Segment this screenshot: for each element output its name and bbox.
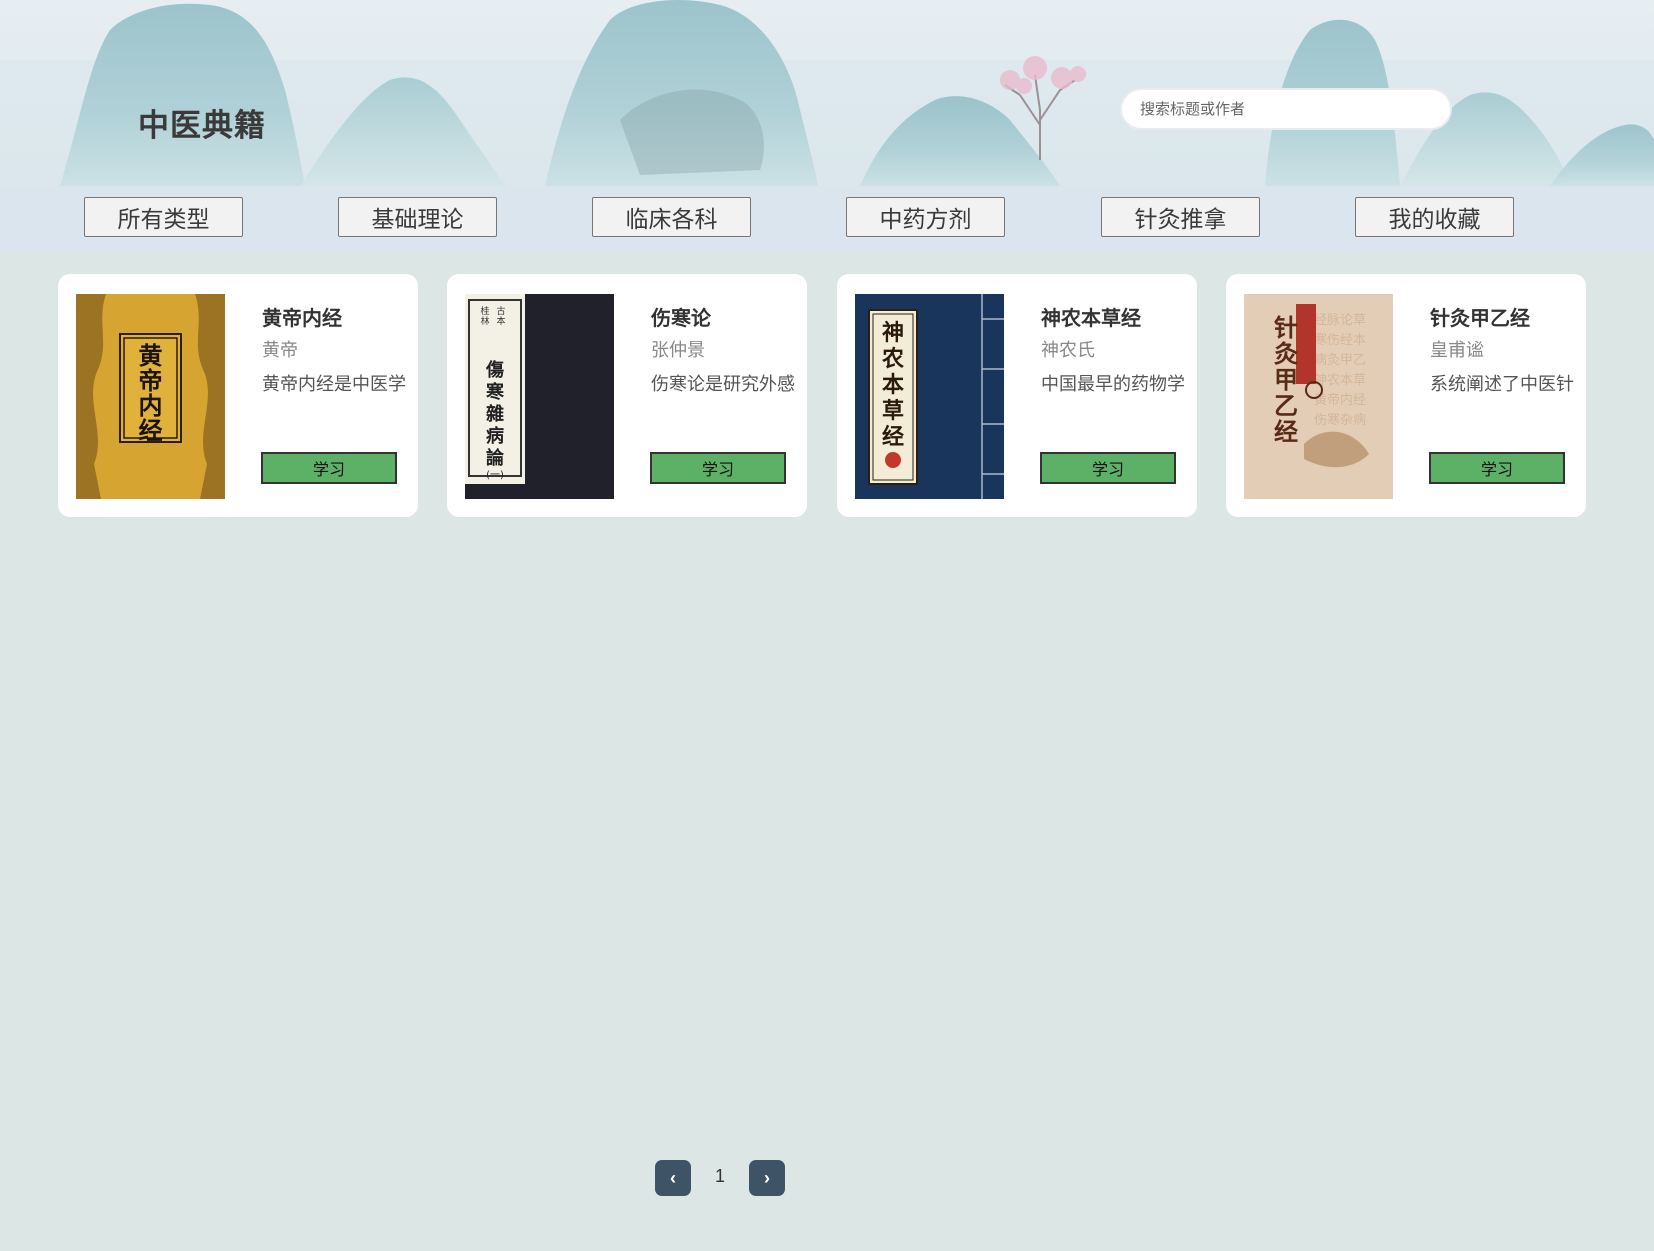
book-card: 黄帝内经 黄帝内经 黄帝 黄帝内经是中医学 学习 [58, 274, 418, 517]
nav-button-acupuncture[interactable]: 针灸推拿 [1101, 197, 1260, 237]
svg-text:伤寒杂病: 伤寒杂病 [1314, 412, 1366, 428]
nav-button-favorites[interactable]: 我的收藏 [1355, 197, 1514, 237]
svg-text:病灸甲乙: 病灸甲乙 [1314, 353, 1366, 368]
svg-text:林: 林 [480, 315, 489, 327]
svg-text:内: 内 [139, 392, 163, 420]
nav-button-herbal-formulas[interactable]: 中药方剂 [846, 197, 1005, 237]
svg-text:神: 神 [882, 320, 904, 346]
book-cover-image[interactable]: 桂林古本 傷寒雜病論 (一) [465, 294, 614, 499]
book-title[interactable]: 针灸甲乙经 [1430, 302, 1530, 331]
search-input[interactable] [1120, 88, 1452, 130]
svg-text:帝: 帝 [139, 367, 163, 395]
learn-button[interactable]: 学习 [650, 452, 786, 484]
svg-text:草: 草 [882, 398, 904, 424]
svg-text:雜: 雜 [486, 403, 504, 425]
learn-button[interactable]: 学习 [261, 452, 397, 484]
next-page-button[interactable]: › [749, 1160, 785, 1196]
svg-text:经: 经 [1274, 418, 1298, 446]
svg-text:論: 論 [486, 447, 505, 469]
svg-text:本: 本 [496, 315, 505, 327]
learn-button[interactable]: 学习 [1429, 452, 1565, 484]
book-description: 伤寒论是研究外感 [651, 374, 795, 395]
svg-text:(一): (一) [486, 470, 504, 481]
book-title[interactable]: 黄帝内经 [262, 302, 342, 331]
book-author: 皇甫谧 [1430, 340, 1484, 361]
book-description: 中国最早的药物学 [1041, 374, 1185, 395]
svg-text:傷: 傷 [485, 359, 504, 381]
book-author: 神农氏 [1041, 340, 1095, 361]
svg-text:病: 病 [486, 425, 504, 447]
book-cover-image[interactable]: 经脉论草 寒伤经本 病灸甲乙 神农本草 黄帝内经 伤寒杂病 针灸甲乙经 [1244, 294, 1393, 499]
current-page-number[interactable]: 1 [715, 1166, 725, 1187]
svg-text:本: 本 [882, 373, 904, 398]
svg-text:针: 针 [1274, 314, 1298, 342]
nav-button-all-types[interactable]: 所有类型 [84, 197, 243, 237]
book-title[interactable]: 神农本草经 [1041, 302, 1141, 331]
svg-text:黄: 黄 [139, 342, 163, 370]
svg-text:经: 经 [882, 424, 904, 450]
svg-text:寒: 寒 [485, 381, 505, 403]
svg-text:甲: 甲 [1274, 366, 1298, 394]
book-card: 神农本草经 神农本草经 神农氏 中国最早的药物学 学习 [837, 274, 1197, 517]
category-nav: 所有类型 基础理论 临床各科 中药方剂 针灸推拿 我的收藏 [0, 186, 1654, 250]
svg-text:灸: 灸 [1274, 340, 1298, 368]
svg-text:乙: 乙 [1274, 392, 1298, 420]
prev-page-button[interactable]: ‹ [655, 1160, 691, 1196]
svg-text:桂: 桂 [480, 305, 489, 317]
learn-button[interactable]: 学习 [1040, 452, 1176, 484]
svg-text:农: 农 [881, 346, 904, 372]
book-title[interactable]: 伤寒论 [651, 302, 711, 331]
svg-text:古: 古 [496, 305, 505, 317]
book-card: 桂林古本 傷寒雜病論 (一) 伤寒论 张仲景 伤寒论是研究外感 学习 [447, 274, 807, 517]
book-description: 黄帝内经是中医学 [262, 374, 406, 395]
book-cover-image[interactable]: 神农本草经 [855, 294, 1004, 499]
svg-text:经脉论草: 经脉论草 [1314, 313, 1366, 328]
header-banner: 中医典籍 [0, 0, 1654, 186]
nav-button-clinical[interactable]: 临床各科 [592, 197, 751, 237]
site-title: 中医典籍 [138, 108, 266, 144]
svg-text:经: 经 [139, 417, 163, 445]
book-author: 张仲景 [651, 340, 705, 361]
book-cover-image[interactable]: 黄帝内经 [76, 294, 225, 499]
book-card: 经脉论草 寒伤经本 病灸甲乙 神农本草 黄帝内经 伤寒杂病 针灸甲乙经 针灸甲乙经 皇甫… [1226, 274, 1586, 517]
book-description: 系统阐述了中医针 [1430, 374, 1574, 395]
nav-button-basic-theory[interactable]: 基础理论 [338, 197, 497, 237]
svg-text:寒伤经本: 寒伤经本 [1314, 332, 1366, 348]
book-author: 黄帝 [262, 340, 298, 361]
